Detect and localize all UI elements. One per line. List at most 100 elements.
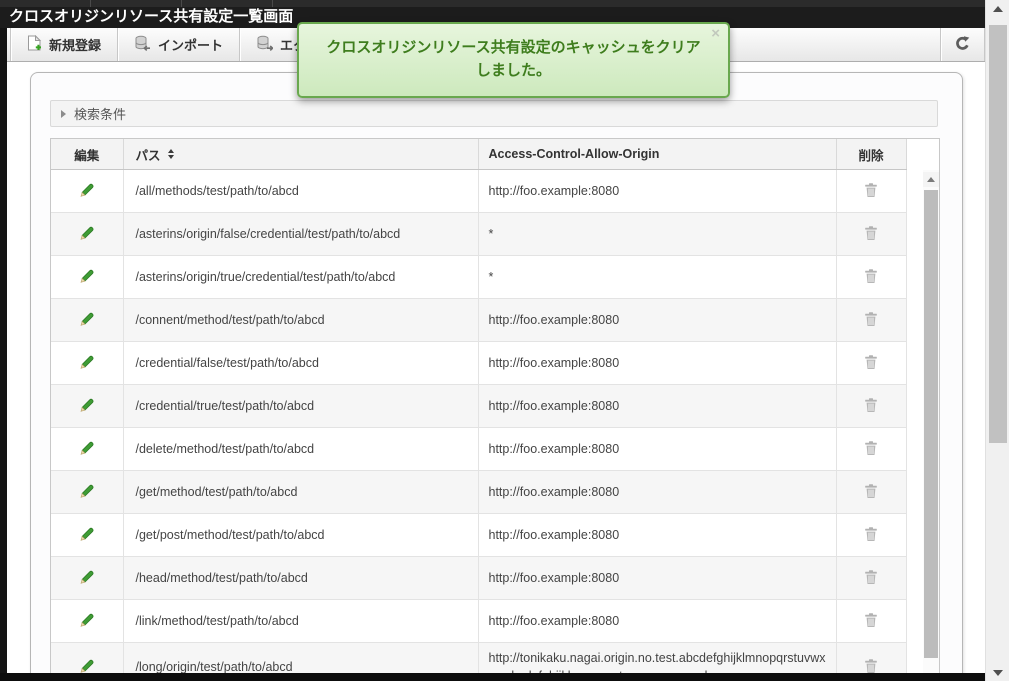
table-row: /link/method/test/path/to/abcd http://fo… <box>51 600 906 643</box>
search-conditions-accordion[interactable]: 検索条件 <box>50 100 938 127</box>
new-registration-label: 新規登録 <box>49 35 101 54</box>
window-scrollbar-thumb[interactable] <box>989 25 1007 443</box>
table-row: /get/post/method/test/path/to/abcd http:… <box>51 514 906 557</box>
delete-trash-icon[interactable] <box>864 440 878 456</box>
edit-cell <box>51 428 123 471</box>
table-body: /all/methods/test/path/to/abcd http://fo… <box>51 170 906 681</box>
delete-trash-icon[interactable] <box>864 526 878 542</box>
table-row: /connent/method/test/path/to/abcd http:/… <box>51 299 906 342</box>
path-column-header[interactable]: パス <box>123 139 478 170</box>
edit-pencil-icon[interactable] <box>79 397 95 413</box>
delete-trash-icon[interactable] <box>864 483 878 499</box>
window-bottom-edge <box>0 673 985 681</box>
window-left-edge <box>0 28 7 681</box>
page-title: クロスオリジンリソース共有設定一覧画面 <box>9 7 293 27</box>
table-header-row: 編集 パス Access-Control-Allow-Origin <box>51 139 906 170</box>
application-window: クロスオリジンリソース共有設定一覧画面 新規登録 <box>0 0 1009 681</box>
toast-notification: クロスオリジンリソース共有設定のキャッシュをクリアしました。 × <box>297 22 730 98</box>
path-cell: /link/method/test/path/to/abcd <box>123 600 478 643</box>
edit-cell <box>51 342 123 385</box>
origin-cell: * <box>478 213 836 256</box>
delete-column-header: 削除 <box>836 139 906 170</box>
titlebar-segment-divider <box>181 0 182 7</box>
toast-close-icon[interactable]: × <box>711 26 720 42</box>
delete-cell <box>836 385 906 428</box>
path-cell: /all/methods/test/path/to/abcd <box>123 170 478 213</box>
path-cell: /get/post/method/test/path/to/abcd <box>123 514 478 557</box>
table-scrollbar-up-arrow-icon[interactable] <box>923 172 939 187</box>
table-scrollbar[interactable] <box>923 170 939 681</box>
edit-pencil-icon[interactable] <box>79 526 95 542</box>
edit-pencil-icon[interactable] <box>79 612 95 628</box>
titlebar-top-strip <box>0 0 985 7</box>
edit-pencil-icon[interactable] <box>79 569 95 585</box>
sort-icon[interactable] <box>168 149 174 159</box>
content-card: 検索条件 編集 パス <box>30 72 963 681</box>
delete-trash-icon[interactable] <box>864 354 878 370</box>
delete-trash-icon[interactable] <box>864 182 878 198</box>
origin-cell: http://foo.example:8080 <box>478 385 836 428</box>
delete-cell <box>836 256 906 299</box>
table-row: /get/method/test/path/to/abcd http://foo… <box>51 471 906 514</box>
edit-cell <box>51 299 123 342</box>
edit-cell <box>51 557 123 600</box>
path-cell: /credential/false/test/path/to/abcd <box>123 342 478 385</box>
origin-cell: http://foo.example:8080 <box>478 342 836 385</box>
edit-pencil-icon[interactable] <box>79 182 95 198</box>
refresh-button[interactable] <box>941 28 984 61</box>
table-scrollbar-thumb[interactable] <box>924 190 938 658</box>
edit-pencil-icon[interactable] <box>79 268 95 284</box>
delete-trash-icon[interactable] <box>864 612 878 628</box>
new-registration-button[interactable]: 新規登録 <box>11 28 117 61</box>
edit-pencil-icon[interactable] <box>79 440 95 456</box>
origin-cell: http://foo.example:8080 <box>478 600 836 643</box>
titlebar-segment-divider <box>90 0 91 7</box>
window-scrollbar[interactable] <box>985 0 1009 681</box>
table-row: /head/method/test/path/to/abcd http://fo… <box>51 557 906 600</box>
edit-pencil-icon[interactable] <box>79 225 95 241</box>
edit-pencil-icon[interactable] <box>79 311 95 327</box>
delete-cell <box>836 299 906 342</box>
edit-pencil-icon[interactable] <box>79 483 95 499</box>
cors-settings-table-container: 編集 パス Access-Control-Allow-Origin <box>50 138 940 681</box>
table-row: /delete/method/test/path/to/abcd http://… <box>51 428 906 471</box>
new-document-icon <box>27 35 42 54</box>
edit-cell <box>51 514 123 557</box>
table-row: /asterins/origin/false/credential/test/p… <box>51 213 906 256</box>
edit-cell <box>51 600 123 643</box>
delete-trash-icon[interactable] <box>864 658 878 674</box>
delete-cell <box>836 600 906 643</box>
delete-cell <box>836 170 906 213</box>
import-button[interactable]: インポート <box>118 28 239 61</box>
delete-trash-icon[interactable] <box>864 569 878 585</box>
toolbar-right-group <box>940 28 985 61</box>
edit-cell <box>51 471 123 514</box>
window-scrollbar-down-arrow-icon[interactable] <box>986 670 1009 676</box>
edit-pencil-icon[interactable] <box>79 354 95 370</box>
table-row: /asterins/origin/true/credential/test/pa… <box>51 256 906 299</box>
table-row: /credential/true/test/path/to/abcd http:… <box>51 385 906 428</box>
window-scrollbar-up-arrow-icon[interactable] <box>986 6 1009 12</box>
search-conditions-label: 検索条件 <box>74 104 126 123</box>
database-import-icon <box>134 35 151 54</box>
edit-cell <box>51 170 123 213</box>
origin-cell: http://foo.example:8080 <box>478 170 836 213</box>
origin-cell: * <box>478 256 836 299</box>
delete-trash-icon[interactable] <box>864 268 878 284</box>
origin-cell: http://foo.example:8080 <box>478 514 836 557</box>
edit-pencil-icon[interactable] <box>79 658 95 674</box>
delete-cell <box>836 213 906 256</box>
accordion-collapsed-icon <box>61 110 66 118</box>
path-cell: /head/method/test/path/to/abcd <box>123 557 478 600</box>
delete-trash-icon[interactable] <box>864 225 878 241</box>
delete-trash-icon[interactable] <box>864 397 878 413</box>
titlebar-segment-divider <box>272 0 273 7</box>
database-export-icon <box>256 35 273 54</box>
edit-cell <box>51 256 123 299</box>
edit-cell <box>51 385 123 428</box>
delete-cell <box>836 471 906 514</box>
delete-trash-icon[interactable] <box>864 311 878 327</box>
path-cell: /credential/true/test/path/to/abcd <box>123 385 478 428</box>
refresh-icon <box>954 35 971 55</box>
edit-column-header: 編集 <box>51 139 123 170</box>
